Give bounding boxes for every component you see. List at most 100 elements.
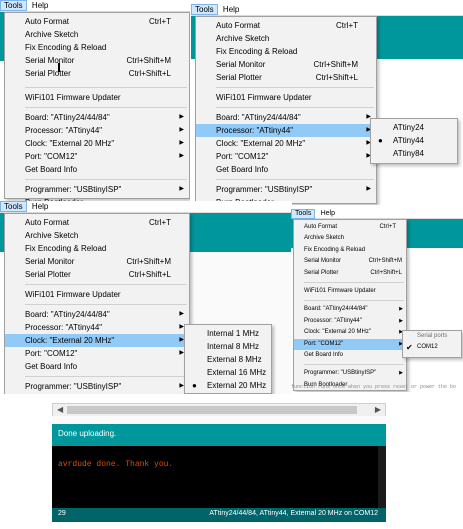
menu-item-get-board-info[interactable]: Get Board Info [5, 163, 189, 176]
menu-item-fix-encoding[interactable]: Fix Encoding & Reload [5, 41, 189, 54]
tools-dropdown-lower: WiFi101 Firmware Updater Board: "ATtiny2… [4, 84, 190, 204]
menubar: Tools Help [191, 4, 463, 16]
menu-help[interactable]: Help [29, 0, 51, 11]
menu-item-programmer[interactable]: Programmer: "USBtinyISP" ▶ [5, 183, 189, 196]
status-message: Done uploading. [58, 429, 117, 438]
menu-item-port[interactable]: Port: "COM12"▶ [5, 347, 189, 360]
menu-item-serial-plotter[interactable]: Serial Plotter Ctrl+Shift+L [5, 67, 189, 80]
menu-item-fix-encoding[interactable]: Fix Encoding & Reload [294, 245, 406, 256]
menu-item-programmer[interactable]: Programmer: "USBtinyISP" ▶ [196, 183, 376, 196]
menu-item-programmer[interactable]: Programmer: "USBtinyISP" ▶ [5, 380, 189, 393]
menu-tools[interactable]: Tools [191, 4, 218, 15]
menu-item-auto-format[interactable]: Auto Format Ctrl+T [196, 19, 376, 32]
board-summary: ATtiny24/44/84, ATtiny44, External 20 MH… [209, 510, 378, 517]
tools-dropdown: Auto Format Ctrl+T Archive Sketch Fix Enc… [195, 16, 377, 205]
menu-item-clock[interactable]: Clock: "External 20 MHz"▶ [5, 334, 189, 347]
menu-item-board[interactable]: Board: "ATtiny24/44/84" ▶ [5, 308, 189, 321]
menu-item-serial-plotter[interactable]: Serial Plotter Ctrl+Shift+L [5, 268, 189, 281]
menu-item-programmer[interactable]: Programmer: "USBtinyISP" ▶ [294, 368, 406, 379]
chevron-right-icon: ▶ [179, 186, 184, 192]
scroll-left-icon[interactable]: ◀ [57, 404, 63, 416]
clock-option-external-20mhz[interactable]: ● External 20 MHz [185, 379, 271, 392]
menu-help[interactable]: Help [29, 201, 51, 212]
port-submenu: Serial ports ✔ COM12 [402, 330, 462, 358]
menu-item-processor[interactable]: Processor: "ATtiny44" ▶ [5, 124, 189, 137]
menu-item-archive-sketch[interactable]: Archive Sketch [294, 233, 406, 244]
menu-tools[interactable]: Tools [291, 209, 316, 219]
menu-item-auto-format[interactable]: Auto Format Ctrl+T [5, 216, 189, 229]
console-output: avrdude done. Thank you. [52, 446, 386, 508]
mouse-cursor-icon [58, 63, 60, 72]
menu-item-board[interactable]: Board: "ATtiny24/44/84" ▶ [5, 111, 189, 124]
menu-separator [25, 284, 187, 285]
console-scrollbar[interactable] [378, 446, 386, 508]
chevron-right-icon: ▶ [179, 311, 184, 317]
menu-item-auto-format[interactable]: Auto Format Ctrl+T [5, 15, 189, 28]
menubar: Tools Help [0, 0, 190, 12]
menu-item-serial-monitor[interactable]: Serial Monitor Ctrl+Shift+M [5, 54, 189, 67]
menu-item-port[interactable]: Port: "COM12"▶ [5, 150, 189, 163]
menu-item-fix-encoding[interactable]: Fix Encoding & Reload [196, 45, 376, 58]
panel-ide-upload-complete: ◀ ▶ Done uploading. avrdude done. Thank … [52, 403, 386, 524]
tools-dropdown: Auto Format Ctrl+T Archive Sketch Fix Enc… [4, 12, 190, 86]
menu-separator [304, 300, 404, 302]
tools-dropdown: Auto Format Ctrl+T Archive Sketch Fix Enc… [4, 213, 190, 394]
menu-item-clock[interactable]: Clock: "External 20 MHz"▶ [196, 137, 376, 150]
menu-item-wifi-updater[interactable]: WiFi101 Firmware Updater [294, 286, 406, 297]
clock-option-internal-8mhz[interactable]: Internal 8 MHz [185, 340, 271, 353]
menu-item-fix-encoding[interactable]: Fix Encoding & Reload [5, 242, 189, 255]
chevron-right-icon: ▶ [399, 306, 403, 313]
menu-help[interactable]: Help [220, 4, 242, 15]
horizontal-scrollbar[interactable]: ◀ ▶ [52, 403, 386, 417]
menu-tools[interactable]: Tools [0, 0, 27, 11]
menu-separator [304, 281, 404, 283]
menu-item-port[interactable]: Port: "COM12"▶ [196, 150, 376, 163]
menubar: Tools Help [0, 201, 292, 213]
menu-item-wifi-updater[interactable]: WiFi101 Firmware Updater [5, 288, 189, 301]
menu-tools[interactable]: Tools [0, 201, 27, 212]
menu-item-clock[interactable]: Clock: "External 20 MHz"▶ [5, 137, 189, 150]
menu-help[interactable]: Help [318, 209, 338, 219]
scroll-right-icon[interactable]: ▶ [375, 404, 381, 416]
port-option-com12[interactable]: ✔ COM12 [403, 342, 461, 353]
clock-option-internal-1mhz[interactable]: Internal 1 MHz [185, 327, 271, 340]
menu-item-get-board-info[interactable]: Get Board Info [196, 163, 376, 176]
menu-item-get-board-info[interactable]: Get Board Info [294, 350, 406, 361]
console-line: avrdude done. Thank you. [58, 460, 174, 469]
menu-item-port[interactable]: Port: "COM12"▶ [294, 338, 406, 350]
menu-item-processor[interactable]: Processor: "ATtiny44" ▶ [294, 316, 406, 327]
clock-submenu: Internal 1 MHz Internal 8 MHz External 8… [184, 324, 272, 394]
menu-item-get-board-info[interactable]: Get Board Info [5, 360, 189, 373]
chevron-right-icon: ▶ [399, 370, 403, 377]
panel-tools-menu-1-lower: WiFi101 Firmware Updater Board: "ATtiny2… [0, 84, 190, 204]
processor-option-attiny24[interactable]: ATtiny24 [371, 121, 457, 134]
menu-item-serial-plotter[interactable]: Serial Plotter Ctrl+Shift+L [196, 71, 376, 84]
port-submenu-header: Serial ports [417, 333, 448, 339]
menu-item-serial-monitor[interactable]: Serial Monitor Ctrl+Shift+M [196, 58, 376, 71]
radio-selected-icon: ● [378, 136, 383, 145]
processor-option-attiny44[interactable]: ● ATtiny44 [371, 134, 457, 147]
menu-item-burn-bootloader[interactable]: Burn Bootloader [5, 393, 189, 394]
menu-item-board[interactable]: Board: "ATtiny24/44/84" ▶ [294, 304, 406, 315]
menu-item-archive-sketch[interactable]: Archive Sketch [5, 229, 189, 242]
menu-item-serial-plotter[interactable]: Serial Plotter Ctrl+Shift+L [294, 268, 406, 279]
scrollbar-thumb[interactable] [67, 406, 357, 414]
menu-item-archive-sketch[interactable]: Archive Sketch [196, 32, 376, 45]
menu-item-serial-monitor[interactable]: Serial Monitor Ctrl+Shift+M [294, 256, 406, 267]
clock-option-external-16mhz[interactable]: External 16 MHz [185, 366, 271, 379]
menu-item-wifi-updater[interactable]: WiFi101 Firmware Updater [196, 91, 376, 104]
processor-option-attiny84[interactable]: ATtiny84 [371, 147, 457, 160]
menu-item-processor[interactable]: Processor: "ATtiny44" ▶ [196, 124, 376, 137]
menu-item-processor[interactable]: Processor: "ATtiny44" ▶ [5, 321, 189, 334]
menu-item-board[interactable]: Board: "ATtiny24/44/84" ▶ [196, 111, 376, 124]
chevron-right-icon: ▶ [179, 153, 184, 159]
menu-item-archive-sketch[interactable]: Archive Sketch [5, 28, 189, 41]
menu-item-auto-format[interactable]: Auto Format Ctrl+T [294, 222, 406, 233]
menu-item-clock[interactable]: Clock: "External 20 MHz"▶ [294, 327, 406, 338]
menu-separator [25, 107, 187, 108]
panel-tools-menu-clock: Tools Help Auto Format Ctrl+T Archive Ske… [0, 201, 292, 394]
menu-item-wifi-updater[interactable]: WiFi101 Firmware Updater [5, 91, 189, 104]
clock-option-external-8mhz[interactable]: External 8 MHz [185, 353, 271, 366]
menu-separator [25, 87, 187, 88]
menu-item-serial-monitor[interactable]: Serial Monitor Ctrl+Shift+M [5, 255, 189, 268]
